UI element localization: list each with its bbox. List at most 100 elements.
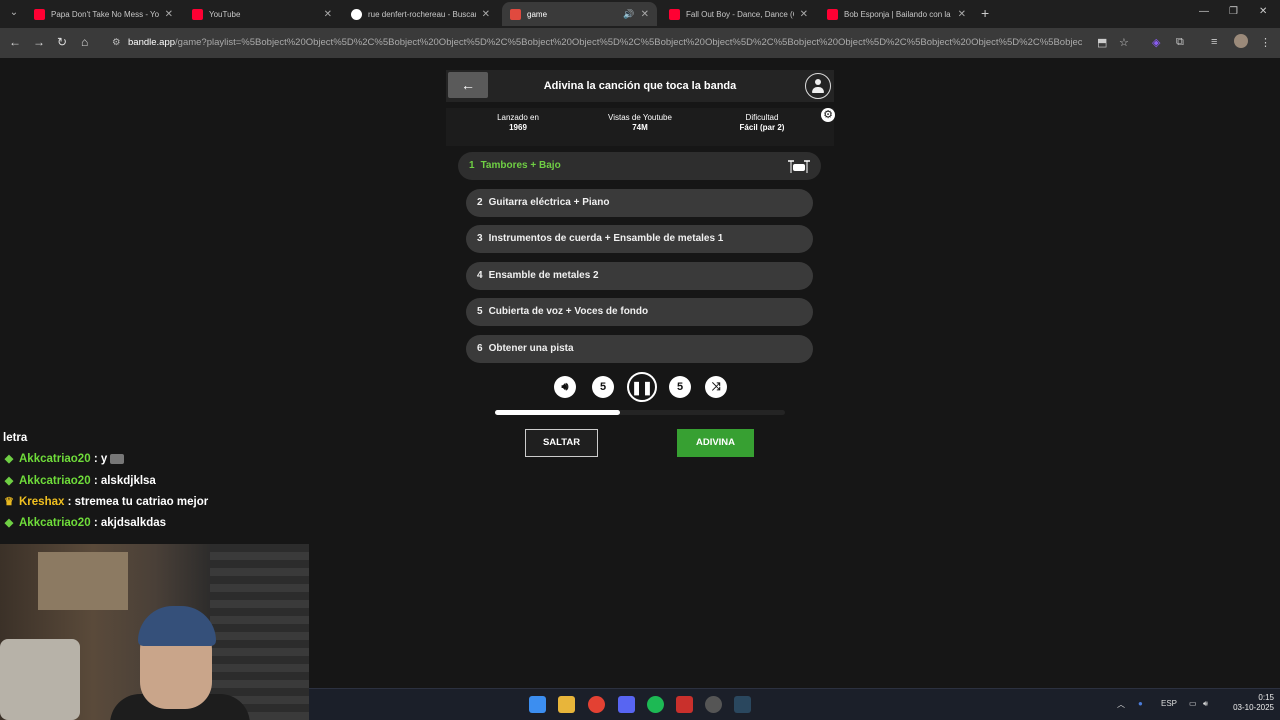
tab-search-icon[interactable]: ⌄ <box>6 5 22 21</box>
song-stats: Lanzado en 1969 Vistas de Youtube 74M Di… <box>446 108 835 146</box>
youtube-icon <box>34 8 45 20</box>
chat-text: letra <box>3 432 28 444</box>
minimize-icon[interactable]: — <box>1199 6 1209 17</box>
profile-avatar[interactable] <box>1234 34 1248 48</box>
chat-message: letra <box>0 428 320 449</box>
url-field[interactable]: ⚙ bandle.app/game?playlist=%5Bobject%20Ob… <box>112 34 1082 52</box>
clue-5[interactable]: 5 Cubierta de voz + Voces de fondo <box>466 298 813 326</box>
clue-3[interactable]: 3 Instrumentos de cuerda + Ensamble de me… <box>466 225 813 253</box>
steam-icon[interactable] <box>734 696 751 713</box>
tray-chevron-icon[interactable]: ︿ <box>1117 699 1125 710</box>
clue-label: Ensamble de metales 2 <box>488 270 599 281</box>
tab-0[interactable]: Papa Don't Take No Mess - You ✕ <box>26 2 181 26</box>
extension-icon[interactable]: ◈ <box>1152 36 1160 49</box>
user-profile-icon[interactable] <box>805 73 831 99</box>
browser-tabstrip: ⌄ Papa Don't Take No Mess - You ✕ YouTub… <box>0 0 1280 28</box>
diamond-badge-icon: ◆ <box>4 474 14 487</box>
stat-views: Vistas de Youtube 74M <box>585 113 695 133</box>
webcam-background <box>38 552 128 610</box>
audio-progress-bar[interactable] <box>495 410 785 415</box>
site-info-icon[interactable]: ⚙ <box>112 34 122 52</box>
clue-number: 6 <box>477 343 483 354</box>
tab-title: Papa Don't Take No Mess - You <box>51 9 159 19</box>
skip-button[interactable]: SALTAR <box>525 429 598 457</box>
chat-user: Akkcatriao20 <box>19 453 91 466</box>
stat-release: Lanzado en 1969 <box>463 113 573 133</box>
new-tab-icon[interactable]: + <box>981 5 989 21</box>
reload-icon[interactable]: ↻ <box>57 35 67 49</box>
chat-message: ◆ Akkcatriao20 : akjdsalkdas <box>0 513 320 534</box>
tab-audio-icon[interactable]: 🔊 <box>623 9 634 20</box>
spotify-icon[interactable] <box>647 696 664 713</box>
tab-title: Fall Out Boy - Dance, Dance (O <box>686 9 794 19</box>
clue-4[interactable]: 4 Ensamble de metales 2 <box>466 262 813 290</box>
forward-icon[interactable]: 5 <box>669 376 691 398</box>
language-indicator[interactable]: ESP <box>1161 699 1177 708</box>
close-tab-icon[interactable]: ✕ <box>641 9 649 20</box>
shuffle-off-icon[interactable]: ⤨ <box>705 376 727 398</box>
clue-number: 1 <box>469 160 475 171</box>
maximize-icon[interactable]: ❐ <box>1229 6 1238 17</box>
start-icon[interactable] <box>529 696 546 713</box>
media-control-icon[interactable]: ≡ <box>1211 36 1217 48</box>
guess-button[interactable]: ADIVINA <box>677 429 754 457</box>
pause-icon[interactable]: ❚❚ <box>627 372 657 402</box>
network-icon[interactable]: ▭ <box>1189 699 1197 708</box>
tab-2[interactable]: rue denfert-rochereau - Buscar ✕ <box>343 2 498 26</box>
clue-label: Guitarra eléctrica + Piano <box>488 197 610 208</box>
tab-5[interactable]: Bob Esponja | Bailando con la m ✕ <box>819 2 974 26</box>
file-explorer-icon[interactable] <box>558 696 575 713</box>
close-tab-icon[interactable]: ✕ <box>800 9 808 20</box>
clue-1[interactable]: 1 Tambores + Bajo <box>458 152 821 180</box>
diamond-badge-icon: ◆ <box>4 517 14 530</box>
clue-number: 2 <box>477 197 483 208</box>
clue-label: Tambores + Bajo <box>480 160 561 171</box>
rewind-icon[interactable]: 5 <box>592 376 614 398</box>
url-path: /game?playlist=%5Bobject%20Object%5D%2C%… <box>175 37 1082 48</box>
close-tab-icon[interactable]: ✕ <box>324 9 332 20</box>
rewind-seconds: 5 <box>599 381 607 393</box>
close-tab-icon[interactable]: ✕ <box>165 9 173 20</box>
menu-kebab-icon[interactable]: ⋮ <box>1260 36 1271 49</box>
settings-gear-icon[interactable]: ⚙ <box>821 108 835 122</box>
close-window-icon[interactable]: ✕ <box>1259 6 1267 17</box>
install-app-icon[interactable]: ⬒ <box>1097 36 1107 49</box>
clock-date: 03-10-2025 <box>1233 703 1274 712</box>
taskbar-clock[interactable]: 0:15 03-10-2025 <box>1222 693 1274 713</box>
url-host: bandle.app <box>128 37 176 48</box>
extensions-puzzle-icon[interactable]: ⧉ <box>1176 36 1184 49</box>
clue-label: Cubierta de voz + Voces de fondo <box>488 306 649 317</box>
clue-2[interactable]: 2 Guitarra eléctrica + Piano <box>466 189 813 217</box>
chat-message: ◆ Akkcatriao20 : alskdjklsa <box>0 471 320 492</box>
chrome-icon[interactable] <box>588 696 605 713</box>
bookmark-star-icon[interactable]: ☆ <box>1119 36 1129 49</box>
game-header: ← Adivina la canción que toca la banda <box>446 70 834 102</box>
bandle-game: ← Adivina la canción que toca la banda L… <box>446 70 835 146</box>
voicemeeter-icon[interactable] <box>676 696 693 713</box>
webcam-feed <box>0 544 309 720</box>
discord-icon[interactable] <box>618 696 635 713</box>
youtube-icon <box>669 8 680 20</box>
microphone-icon[interactable]: ● <box>1138 699 1143 708</box>
chat-user: Akkcatriao20 <box>19 517 91 530</box>
tab-4[interactable]: Fall Out Boy - Dance, Dance (O ✕ <box>661 2 816 26</box>
home-icon[interactable]: ⌂ <box>81 35 88 49</box>
clue-6[interactable]: 6 Obtener una pista <box>466 335 813 363</box>
clue-number: 5 <box>477 306 483 317</box>
clue-label: Instrumentos de cuerda + Ensamble de met… <box>488 233 724 244</box>
tab-title: YouTube <box>209 9 241 19</box>
clue-label: Obtener una pista <box>488 343 574 354</box>
chat-text: : akjdsalkdas <box>93 517 167 530</box>
close-tab-icon[interactable]: ✕ <box>482 9 490 20</box>
emote-icon <box>110 454 125 465</box>
tab-3[interactable]: game 🔊 ✕ <box>502 2 657 26</box>
close-tab-icon[interactable]: ✕ <box>958 9 966 20</box>
chat-message: ♛ Kreshax : stremea tu catriao mejor <box>0 492 320 513</box>
tab-1[interactable]: YouTube ✕ <box>184 2 340 26</box>
stream-chat: letra ◆ Akkcatriao20 : y ◆ Akkcatriao20 : … <box>0 428 320 534</box>
obs-icon[interactable] <box>705 696 722 713</box>
forward-icon[interactable]: → <box>33 35 45 49</box>
volume-icon[interactable]: 🔊︎ <box>554 376 576 398</box>
speaker-icon[interactable]: 🔊︎ <box>1203 699 1208 709</box>
back-icon[interactable]: ← <box>9 35 21 49</box>
